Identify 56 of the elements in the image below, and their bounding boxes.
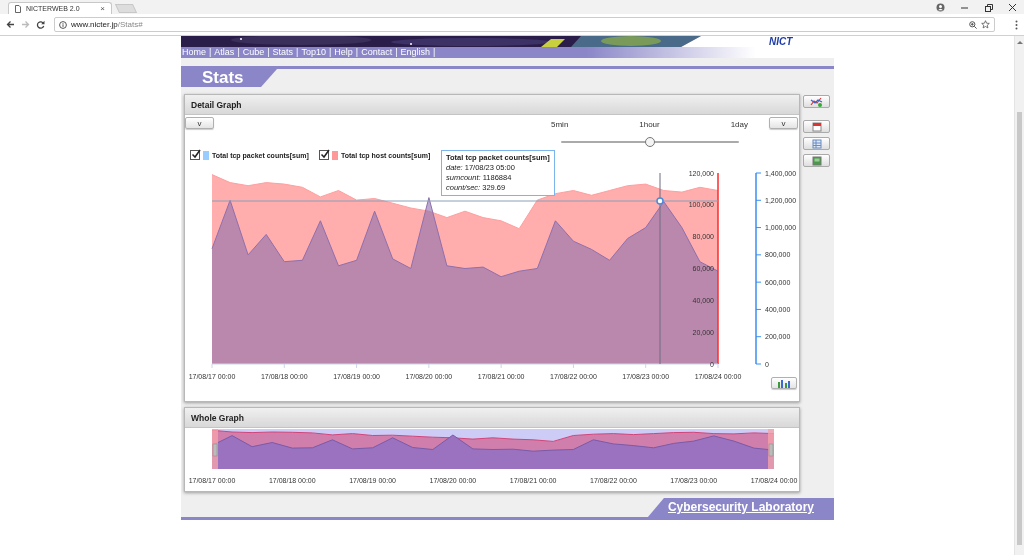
slider-label: 1hour bbox=[639, 120, 660, 130]
table-icon bbox=[811, 138, 822, 149]
bar-chart-icon bbox=[777, 378, 791, 388]
document-icon bbox=[15, 4, 21, 13]
calendar-icon bbox=[811, 121, 822, 132]
dropdown-button[interactable]: v bbox=[185, 117, 214, 129]
nav-separator: | bbox=[296, 47, 299, 58]
nav-link[interactable]: Stats bbox=[272, 47, 294, 58]
nav-separator: | bbox=[328, 47, 332, 58]
nav-link[interactable]: Cube bbox=[242, 47, 265, 58]
slider-thumb[interactable] bbox=[645, 137, 655, 147]
chart-settings-button[interactable] bbox=[803, 95, 830, 108]
checkbox[interactable] bbox=[190, 150, 200, 160]
nav-separator: | bbox=[395, 47, 398, 58]
nav-link[interactable]: Help bbox=[334, 47, 353, 58]
star-icon[interactable] bbox=[981, 20, 990, 29]
url-text: www.nicter.jp/Stats# bbox=[71, 20, 143, 29]
checkbox[interactable] bbox=[319, 150, 329, 160]
page-title: Stats bbox=[181, 69, 277, 87]
nav-link[interactable]: Contact bbox=[361, 47, 393, 58]
nav-link[interactable]: Atlas bbox=[214, 47, 235, 58]
image-icon bbox=[811, 155, 822, 166]
dropdown-button[interactable]: v bbox=[769, 117, 798, 129]
address-bar[interactable]: www.nicter.jp/Stats# bbox=[54, 17, 995, 32]
range-handle[interactable] bbox=[212, 429, 218, 469]
nav-link[interactable]: English bbox=[400, 47, 431, 58]
range-handle[interactable] bbox=[768, 429, 774, 469]
back-icon[interactable] bbox=[6, 20, 15, 29]
table-button[interactable] bbox=[803, 137, 830, 150]
nav-link[interactable]: Home bbox=[182, 47, 206, 58]
panel-title: Detail Graph bbox=[191, 99, 242, 110]
nav-separator: | bbox=[209, 47, 212, 58]
nav-separator: | bbox=[355, 47, 359, 58]
slider-label: 5min bbox=[551, 120, 569, 130]
panel-title: Whole Graph bbox=[191, 412, 244, 423]
menu-icon[interactable] bbox=[1015, 19, 1018, 30]
nav-separator: | bbox=[237, 47, 240, 58]
restore-icon[interactable] bbox=[984, 2, 993, 12]
reload-icon[interactable] bbox=[36, 20, 45, 29]
nav-link[interactable]: Top10 bbox=[301, 47, 326, 58]
logo[interactable]: NICT bbox=[769, 36, 793, 47]
calendar-button[interactable] bbox=[803, 120, 830, 133]
close-icon[interactable] bbox=[1008, 2, 1017, 12]
scrollbar-thumb[interactable] bbox=[1017, 112, 1022, 545]
footer-link[interactable]: Cybersecurity Laboratory bbox=[647, 498, 834, 517]
user-icon[interactable] bbox=[936, 2, 945, 12]
zoom-icon[interactable] bbox=[969, 20, 977, 29]
chart-type-button[interactable] bbox=[771, 377, 797, 389]
info-icon[interactable] bbox=[59, 20, 67, 29]
image-button[interactable] bbox=[803, 154, 830, 167]
scroll-up-icon[interactable] bbox=[1016, 40, 1023, 44]
nav-separator: | bbox=[433, 47, 436, 58]
nav-separator: | bbox=[267, 47, 270, 58]
line-chart-icon bbox=[810, 96, 823, 107]
close-tab-button[interactable]: × bbox=[100, 4, 105, 13]
slider-label: 1day bbox=[730, 120, 748, 130]
